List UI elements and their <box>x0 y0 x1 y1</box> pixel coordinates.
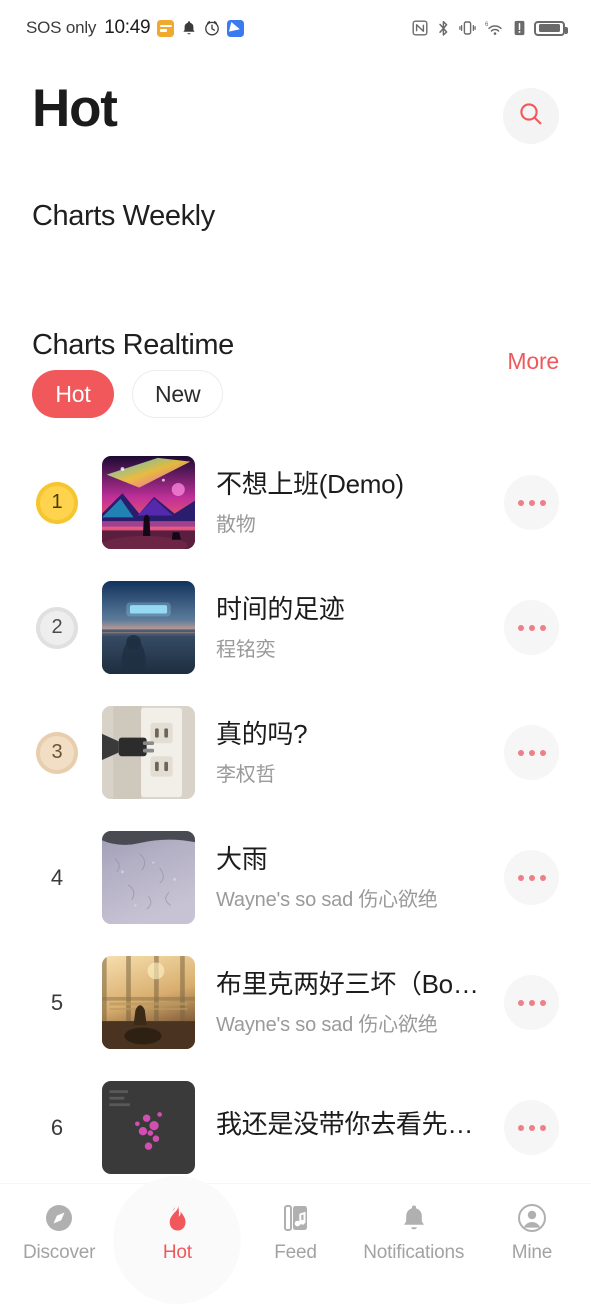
bottom-navigation: Discover Hot Feed Notifications Mine <box>0 1176 591 1304</box>
more-link[interactable]: More <box>507 348 559 375</box>
compass-icon <box>42 1201 76 1235</box>
more-options-icon[interactable] <box>504 475 559 530</box>
wallet-icon <box>157 19 175 37</box>
track-list: 1 不想上班(Demo) 散物 2 时间的足迹 程铭奕 3 真的吗? 李权哲 4… <box>0 440 591 1190</box>
track-artist: Wayne's so sad 伤心欲绝 <box>216 1013 438 1036</box>
track-artist: 散物 <box>216 513 256 536</box>
track-title: 不想上班(Demo) <box>216 469 404 500</box>
track-meta: 真的吗? 李权哲 <box>216 718 492 787</box>
page-title: Hot <box>32 79 118 138</box>
page-header: Hot <box>0 56 591 144</box>
charts-weekly-title: Charts Weekly <box>32 200 215 232</box>
rank-cell: 3 <box>32 731 82 774</box>
table-row[interactable]: 1 不想上班(Demo) 散物 <box>0 440 591 565</box>
nav-label-feed: Feed <box>274 1241 317 1263</box>
track-meta: 大雨 Wayne's so sad 伤心欲绝 <box>216 843 492 912</box>
app-icon <box>227 19 245 37</box>
nav-label-notifications: Notifications <box>363 1241 465 1263</box>
rank-cell: 1 <box>32 481 82 524</box>
more-options-icon[interactable] <box>504 850 559 905</box>
album-cover-sunlit-window[interactable] <box>102 956 195 1049</box>
table-row[interactable]: 4 大雨 Wayne's so sad 伤心欲绝 <box>0 815 591 940</box>
carrier-label: SOS only <box>26 18 97 37</box>
svg-text:6: 6 <box>485 22 489 28</box>
nav-item-hot[interactable]: Hot <box>113 1176 242 1304</box>
table-row[interactable]: 6 我还是没带你去看先知… <box>0 1065 591 1190</box>
nav-item-mine[interactable]: Mine <box>473 1184 591 1280</box>
more-options-icon[interactable] <box>504 1100 559 1155</box>
album-cover-wet-glass[interactable] <box>102 831 195 924</box>
track-title: 大雨 <box>216 844 268 875</box>
track-meta: 我还是没带你去看先知… <box>216 1108 492 1148</box>
wifi-icon: 6 <box>485 20 505 36</box>
chip-hot[interactable]: Hot <box>32 370 114 418</box>
rank-number: 6 <box>50 1114 64 1140</box>
track-title: 真的吗? <box>216 719 308 750</box>
status-bar-right: 6 <box>412 20 568 37</box>
more-options-icon[interactable] <box>504 975 559 1030</box>
charts-realtime-title: Charts Realtime <box>32 329 234 361</box>
more-options-icon[interactable] <box>504 725 559 780</box>
track-artist: Wayne's so sad 伤心欲绝 <box>216 888 438 911</box>
rank-badge-bronze: 3 <box>36 731 78 774</box>
nav-item-notifications[interactable]: Notifications <box>355 1184 473 1280</box>
alert-icon <box>514 20 525 36</box>
rank-number: 5 <box>50 989 64 1015</box>
chip-new[interactable]: New <box>132 370 224 418</box>
album-cover-dark-blossom[interactable] <box>102 1081 195 1174</box>
nav-item-discover[interactable]: Discover <box>0 1184 118 1280</box>
table-row[interactable]: 5 布里克两好三坏（Bonu… Wayne's so sad 伤心欲绝 <box>0 940 591 1065</box>
nfc-icon <box>412 20 428 36</box>
rank-badge-silver: 2 <box>36 606 78 649</box>
section-charts-weekly[interactable]: Charts Weekly <box>0 200 591 233</box>
nav-label-mine: Mine <box>511 1241 553 1263</box>
nav-label-hot: Hot <box>162 1241 192 1263</box>
bell-icon <box>397 1201 431 1235</box>
status-bar-left: SOS only 10:49 <box>26 17 245 39</box>
battery-icon <box>534 20 568 36</box>
track-meta: 时间的足迹 程铭奕 <box>216 593 492 662</box>
nav-label-discover: Discover <box>22 1241 96 1263</box>
rank-cell: 2 <box>32 606 82 649</box>
person-icon <box>515 1201 549 1235</box>
rank-number: 4 <box>50 864 64 890</box>
nav-item-feed[interactable]: Feed <box>236 1184 354 1280</box>
track-title: 时间的足迹 <box>216 594 345 625</box>
rank-cell: 4 <box>32 865 82 891</box>
table-row[interactable]: 3 真的吗? 李权哲 <box>0 690 591 815</box>
flame-icon <box>160 1201 194 1235</box>
clock-label: 10:49 <box>104 17 151 38</box>
music-book-icon <box>279 1201 313 1235</box>
album-cover-wall-socket[interactable] <box>102 706 195 799</box>
rank-cell: 5 <box>32 990 82 1016</box>
track-artist: 程铭奕 <box>216 638 276 661</box>
table-row[interactable]: 2 时间的足迹 程铭奕 <box>0 565 591 690</box>
rank-cell: 6 <box>32 1115 82 1141</box>
section-charts-realtime[interactable]: Charts Realtime <box>0 329 591 362</box>
vibrate-icon <box>459 20 476 36</box>
bluetooth-icon <box>437 20 450 37</box>
track-artist: 李权哲 <box>216 763 276 786</box>
album-cover-cosmic-mountain[interactable] <box>102 456 195 549</box>
search-button[interactable] <box>503 88 559 144</box>
clock-icon <box>204 20 220 36</box>
more-options-icon[interactable] <box>504 600 559 655</box>
track-title: 布里克两好三坏（Bonu… <box>216 969 492 1000</box>
bell-icon <box>181 20 197 37</box>
filter-chips: Hot New <box>32 370 224 418</box>
status-bar: SOS only 10:49 6 <box>0 0 591 56</box>
search-icon <box>517 100 545 133</box>
rank-badge-gold: 1 <box>36 481 78 524</box>
track-meta: 不想上班(Demo) 散物 <box>216 468 492 537</box>
album-cover-twilight-ocean[interactable] <box>102 581 195 674</box>
filter-chips-row: Hot New More <box>0 348 591 418</box>
track-meta: 布里克两好三坏（Bonu… Wayne's so sad 伤心欲绝 <box>216 968 492 1037</box>
track-title: 我还是没带你去看先知… <box>216 1108 492 1139</box>
